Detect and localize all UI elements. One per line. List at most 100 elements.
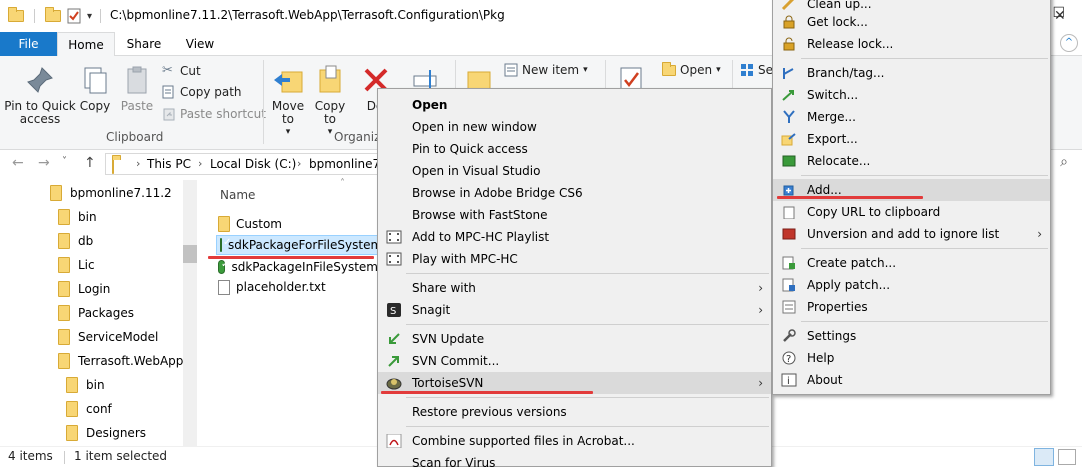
close-window-icon[interactable]: ✕	[1054, 8, 1066, 24]
submenu-item-relocate[interactable]: Relocate...	[773, 150, 1050, 172]
folder-icon	[58, 305, 70, 321]
menu-separator	[406, 273, 769, 274]
menu-separator	[406, 397, 769, 398]
menu-item-snagit[interactable]: S Snagit ›	[378, 299, 771, 321]
move-folder-icon	[274, 71, 303, 93]
tree-item-designers[interactable]: Designers	[66, 422, 146, 444]
tree-item-lic[interactable]: Lic	[58, 254, 95, 276]
cut-button[interactable]: ✂ Cut	[162, 63, 201, 78]
copy-button[interactable]: Copy	[78, 64, 112, 113]
submenu-item-create-patch[interactable]: Create patch...	[773, 252, 1050, 274]
forward-arrow-icon[interactable]: →	[38, 155, 50, 171]
submenu-item-export[interactable]: Export...	[773, 128, 1050, 150]
file-row-custom[interactable]: Custom	[218, 214, 378, 234]
search-icon[interactable]: ⌕	[1060, 154, 1068, 170]
submenu-item-settings[interactable]: Settings	[773, 325, 1050, 347]
tab-home[interactable]: Home	[57, 32, 115, 56]
select-all-button[interactable]: Se	[740, 63, 773, 77]
submenu-item-properties[interactable]: Properties	[773, 296, 1050, 318]
column-header-name[interactable]: Name	[220, 188, 255, 202]
tab-view[interactable]: View	[173, 32, 227, 56]
submenu-item-branch-tag[interactable]: Branch/tag...	[773, 62, 1050, 84]
menu-item-label: Apply patch...	[807, 278, 891, 292]
submenu-item-get-lock[interactable]: Get lock...	[773, 11, 1050, 33]
menu-item-scan-virus[interactable]: Scan for Virus	[378, 452, 771, 467]
paste-shortcut-label: Paste shortcut	[180, 107, 266, 121]
chevron-right-icon[interactable]: ›	[297, 157, 301, 170]
submenu-item-help[interactable]: ? Help	[773, 347, 1050, 369]
pin-icon	[27, 67, 53, 93]
paste-shortcut-button[interactable]: Paste shortcut	[162, 107, 266, 121]
help-circle-icon[interactable]: ^	[1060, 34, 1078, 52]
pin-to-quick-access-button[interactable]: Pin to Quick access	[4, 64, 76, 126]
folder-icon[interactable]	[8, 7, 24, 22]
customize-dropdown-icon[interactable]: ▾	[87, 11, 92, 22]
copy-to-button[interactable]: Copy to ▾	[312, 64, 348, 139]
menu-item-faststone[interactable]: Browse with FastStone	[378, 204, 771, 226]
file-row-placeholder[interactable]: placeholder.txt	[218, 277, 378, 297]
folder-icon	[218, 216, 230, 232]
submenu-item-switch[interactable]: Switch...	[773, 84, 1050, 106]
tree-item-bpmonline[interactable]: bpmonline7.11.2	[50, 182, 172, 204]
menu-item-open[interactable]: Open	[378, 94, 771, 116]
menu-item-adobe-bridge[interactable]: Browse in Adobe Bridge CS6	[378, 182, 771, 204]
menu-item-combine-acrobat[interactable]: Combine supported files in Acrobat...	[378, 430, 771, 452]
nav-scrollbar-thumb[interactable]	[183, 245, 197, 263]
nav-scrollbar[interactable]	[183, 180, 197, 446]
menu-item-open-visual-studio[interactable]: Open in Visual Studio	[378, 160, 771, 182]
tree-item-label: conf	[86, 402, 112, 416]
copy-path-icon	[162, 85, 174, 99]
menu-item-svn-commit[interactable]: SVN Commit...	[378, 350, 771, 372]
sort-chevron-icon: ˄	[340, 178, 345, 189]
breadcrumb-local-disk[interactable]: Local Disk (C:)	[210, 157, 296, 171]
checklist-icon[interactable]	[67, 8, 81, 24]
paste-button[interactable]: Paste	[118, 64, 156, 113]
up-arrow-icon[interactable]: ↑	[84, 155, 96, 171]
details-view-icon[interactable]	[1034, 448, 1054, 466]
submenu-item-merge[interactable]: Merge...	[773, 106, 1050, 128]
breadcrumb-bpmonline[interactable]: bpmonline7.	[309, 157, 384, 171]
submenu-item-release-lock[interactable]: Release lock...	[773, 33, 1050, 55]
chevron-right-icon[interactable]: ›	[198, 157, 202, 170]
large-icons-view-icon[interactable]	[1058, 449, 1076, 465]
menu-item-mpc-playlist[interactable]: Add to MPC-HC Playlist	[378, 226, 771, 248]
menu-item-label: Switch...	[807, 88, 859, 102]
menu-item-open-new-window[interactable]: Open in new window	[378, 116, 771, 138]
submenu-item-about[interactable]: i About	[773, 369, 1050, 391]
properties-icon[interactable]	[45, 7, 61, 22]
svn-update-icon	[389, 333, 400, 344]
menu-item-pin-quick-access[interactable]: Pin to Quick access	[378, 138, 771, 160]
breadcrumb-this-pc[interactable]: This PC	[147, 157, 191, 171]
menu-item-label: About	[807, 373, 843, 387]
tree-item-login[interactable]: Login	[58, 278, 110, 300]
open-button[interactable]: Open ▾	[662, 61, 721, 77]
submenu-item-unversion-ignore[interactable]: Unversion and add to ignore list ›	[773, 223, 1050, 245]
tree-item-packages[interactable]: Packages	[58, 302, 134, 324]
chevron-right-icon[interactable]: ›	[136, 157, 140, 170]
file-row-sdkpackageforfilesystem[interactable]: sdkPackageForFileSystem	[216, 235, 382, 255]
submenu-item-copy-url[interactable]: Copy URL to clipboard	[773, 201, 1050, 223]
submenu-arrow-icon: ›	[758, 281, 763, 295]
tree-item-webapp-bin[interactable]: bin	[66, 374, 105, 396]
menu-item-share-with[interactable]: Share with ›	[378, 277, 771, 299]
tree-item-conf[interactable]: conf	[66, 398, 112, 420]
new-item-button[interactable]: New item ▾	[504, 63, 588, 77]
tree-item-bin[interactable]: bin	[58, 206, 97, 228]
menu-item-restore-versions[interactable]: Restore previous versions	[378, 401, 771, 423]
tab-file[interactable]: File	[0, 32, 57, 56]
menu-item-svn-update[interactable]: SVN Update	[378, 328, 771, 350]
back-arrow-icon[interactable]: ←	[12, 155, 24, 171]
tree-item-servicemodel[interactable]: ServiceModel	[58, 326, 158, 348]
recent-dropdown-icon[interactable]: ˅	[62, 156, 67, 167]
menu-item-label: Settings	[807, 329, 857, 343]
tab-share[interactable]: Share	[115, 32, 173, 56]
copy-path-button[interactable]: Copy path	[162, 85, 242, 99]
tree-item-label: Designers	[86, 426, 146, 440]
submenu-item-apply-patch[interactable]: Apply patch...	[773, 274, 1050, 296]
tree-item-terrasoft-webapp[interactable]: Terrasoft.WebApp	[58, 350, 183, 372]
file-row-sdkpackageinfilesystem[interactable]: sdkPackageInFileSystem	[218, 257, 378, 277]
tree-item-db[interactable]: db	[58, 230, 93, 252]
move-to-button[interactable]: Move to ▾	[270, 64, 306, 139]
menu-item-mpc-play[interactable]: Play with MPC-HC	[378, 248, 771, 270]
merge-icon	[783, 110, 795, 123]
